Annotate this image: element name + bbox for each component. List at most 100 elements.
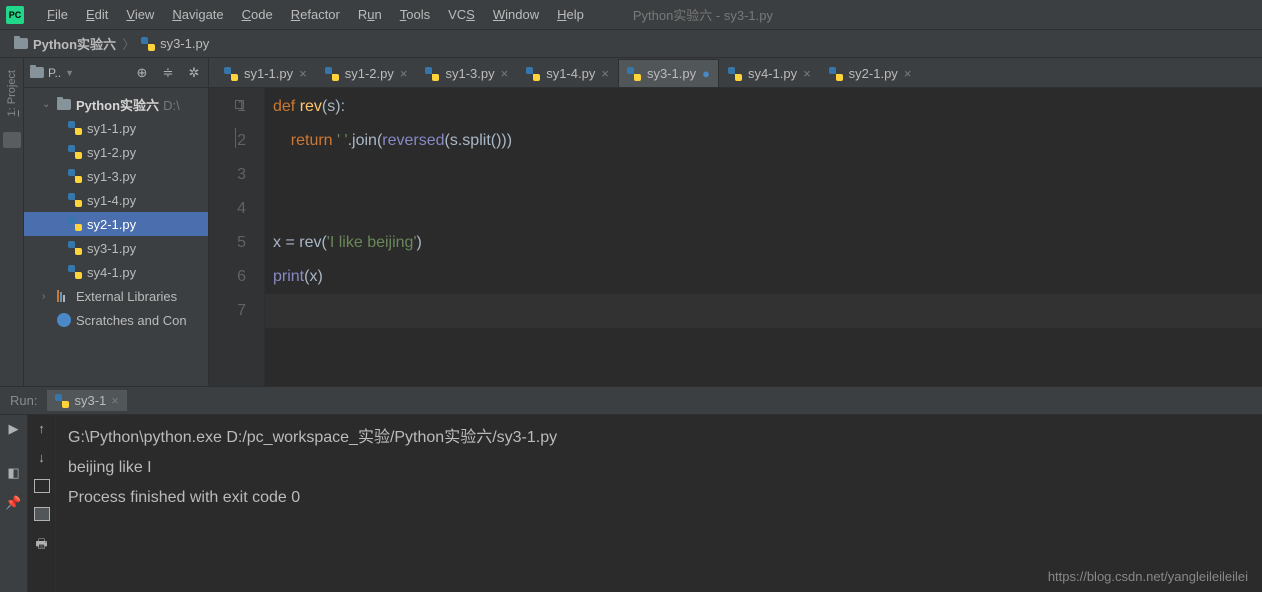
scratches-label: Scratches and Con <box>76 313 187 328</box>
console-line: G:\Python\python.exe D:/pc_workspace_实验/… <box>68 423 1250 453</box>
editor-tab[interactable]: sy1-3.py × <box>416 59 517 87</box>
menu-refactor[interactable]: Refactor <box>282 7 349 22</box>
tree-file[interactable]: sy3-1.py <box>24 236 208 260</box>
menu-bar: PC File Edit View Navigate Code Refactor… <box>0 0 1262 30</box>
python-file-icon <box>68 217 82 231</box>
tab-label: sy1-3.py <box>445 66 494 81</box>
close-icon[interactable]: × <box>111 393 119 408</box>
breadcrumb-root-label: Python实验六 <box>33 34 116 53</box>
scratches-icon <box>57 313 71 327</box>
editor-tab[interactable]: sy1-1.py× <box>215 59 316 87</box>
close-icon[interactable]: × <box>400 66 408 81</box>
menu-view[interactable]: View <box>117 7 163 22</box>
fold-line-icon <box>235 128 244 148</box>
settings-icon[interactable]: ✲ <box>186 65 202 81</box>
editor-tab[interactable]: sy2-1.py × <box>820 59 921 87</box>
tree-external-libs[interactable]: › External Libraries <box>24 284 208 308</box>
run-panel: Run: sy3-1 × ▶ ◧ 📌 ↑ ↓ 🖶 G:\Python\pytho… <box>0 386 1262 592</box>
tree-file[interactable]: sy1-4.py <box>24 188 208 212</box>
print-icon[interactable]: 🖶 <box>35 535 47 557</box>
close-icon[interactable]: × <box>601 66 609 81</box>
menu-edit[interactable]: Edit <box>77 7 117 22</box>
close-icon[interactable]: × <box>904 66 912 81</box>
run-icon[interactable]: ▶ <box>9 421 19 437</box>
menu-file[interactable]: File <box>38 7 77 22</box>
breadcrumb-root[interactable]: Python实验六 <box>14 34 116 53</box>
tree-file[interactable]: sy4-1.py <box>24 260 208 284</box>
tree-scratches[interactable]: Scratches and Con <box>24 308 208 332</box>
tree-file[interactable]: sy1-1.py <box>24 116 208 140</box>
run-tab-label: sy3-1 <box>74 393 106 408</box>
tree-file-label: sy4-1.py <box>87 265 136 280</box>
collapse-icon[interactable]: ≑ <box>160 65 176 81</box>
breadcrumb-file-label: sy3-1.py <box>160 36 209 51</box>
python-file-icon <box>68 169 82 183</box>
tree-file[interactable]: sy1-3.py <box>24 164 208 188</box>
python-file-icon <box>325 67 339 81</box>
python-file-icon <box>141 37 155 51</box>
python-file-icon <box>627 67 641 81</box>
tree-file-label: sy1-1.py <box>87 121 136 136</box>
close-icon[interactable]: × <box>803 66 811 81</box>
run-header: Run: sy3-1 × <box>0 387 1262 415</box>
editor-tab[interactable]: sy3-1.py ● <box>618 59 719 87</box>
menu-help[interactable]: Help <box>548 7 593 22</box>
code-editor[interactable]: 1 2 3 4 5 6 7 def rev(s): return ' '.joi… <box>209 88 1262 386</box>
editor-tab[interactable]: sy4-1.py× <box>719 59 820 87</box>
project-panel: P.. ▼ ⊕ ≑ ✲ ⌄ Python实验六D:\ sy1-1.py sy1-2… <box>24 58 209 386</box>
editor-tab[interactable]: sy1-2.py × <box>316 59 417 87</box>
tree-file-label: sy1-4.py <box>87 193 136 208</box>
editor-tab-strip: sy1-1.py×sy1-2.py×sy1-3.py×sy1-4.py×sy3-… <box>209 58 1262 88</box>
tree-file[interactable]: sy2-1.py <box>24 212 208 236</box>
run-tab[interactable]: sy3-1 × <box>47 390 126 411</box>
python-file-icon <box>425 67 439 81</box>
expand-icon[interactable]: › <box>42 291 52 302</box>
scroll-icon[interactable] <box>34 507 50 521</box>
menu-window[interactable]: Window <box>484 7 548 22</box>
up-icon[interactable]: ↑ <box>38 421 45 436</box>
project-panel-title[interactable]: P.. ▼ <box>30 66 124 80</box>
run-title: Run: <box>10 393 37 408</box>
python-file-icon <box>224 67 238 81</box>
left-gutter: 1: Project <box>0 58 24 386</box>
tab-label: sy1-2.py <box>345 66 394 81</box>
fold-icon[interactable] <box>235 100 244 109</box>
project-tree: ⌄ Python实验六D:\ sy1-1.py sy1-2.py sy1-3.py s… <box>24 88 208 332</box>
expand-icon[interactable]: ⌄ <box>42 99 52 110</box>
pycharm-icon: PC <box>6 6 24 24</box>
menu-navigate[interactable]: Navigate <box>163 7 232 22</box>
menu-code[interactable]: Code <box>233 7 282 22</box>
tab-label: sy2-1.py <box>849 66 898 81</box>
tab-label: sy3-1.py <box>647 66 696 81</box>
code-content[interactable]: def rev(s): return ' '.join(reversed(s.s… <box>265 88 1262 386</box>
project-tool-tab[interactable]: 1: Project <box>4 64 20 122</box>
menu-tools[interactable]: Tools <box>391 7 439 22</box>
console[interactable]: G:\Python\python.exe D:/pc_workspace_实验/… <box>56 415 1262 592</box>
pin-icon[interactable]: 📌 <box>5 495 21 511</box>
menu-vcs[interactable]: VCS <box>439 7 484 22</box>
close-icon[interactable]: × <box>299 66 307 81</box>
python-file-icon <box>829 67 843 81</box>
close-icon[interactable]: ● <box>702 66 710 81</box>
main-area: 1: Project P.. ▼ ⊕ ≑ ✲ ⌄ Python实验六D:\ sy… <box>0 58 1262 386</box>
breadcrumb-file[interactable]: sy3-1.py <box>141 36 209 51</box>
tree-file[interactable]: sy1-2.py <box>24 140 208 164</box>
menu-run[interactable]: Run <box>349 7 391 22</box>
softwrap-icon[interactable] <box>34 479 50 493</box>
close-icon[interactable]: × <box>501 66 509 81</box>
python-file-icon <box>68 193 82 207</box>
dropdown-icon: ▼ <box>65 68 74 78</box>
tree-root[interactable]: ⌄ Python实验六D:\ <box>24 92 208 116</box>
python-file-icon <box>728 67 742 81</box>
down-icon[interactable]: ↓ <box>38 450 45 465</box>
structure-tool-icon[interactable] <box>3 132 21 148</box>
watermark: https://blog.csdn.net/yangleileileilei <box>1048 569 1248 584</box>
project-panel-header: P.. ▼ ⊕ ≑ ✲ <box>24 58 208 88</box>
layout-icon[interactable]: ◧ <box>7 465 19 481</box>
editor-tab[interactable]: sy1-4.py× <box>517 59 618 87</box>
tree-file-label: sy1-2.py <box>87 145 136 160</box>
locate-icon[interactable]: ⊕ <box>134 65 150 81</box>
folder-icon <box>30 67 44 78</box>
gutter: 1 2 3 4 5 6 7 <box>209 88 265 386</box>
library-icon <box>57 290 71 302</box>
